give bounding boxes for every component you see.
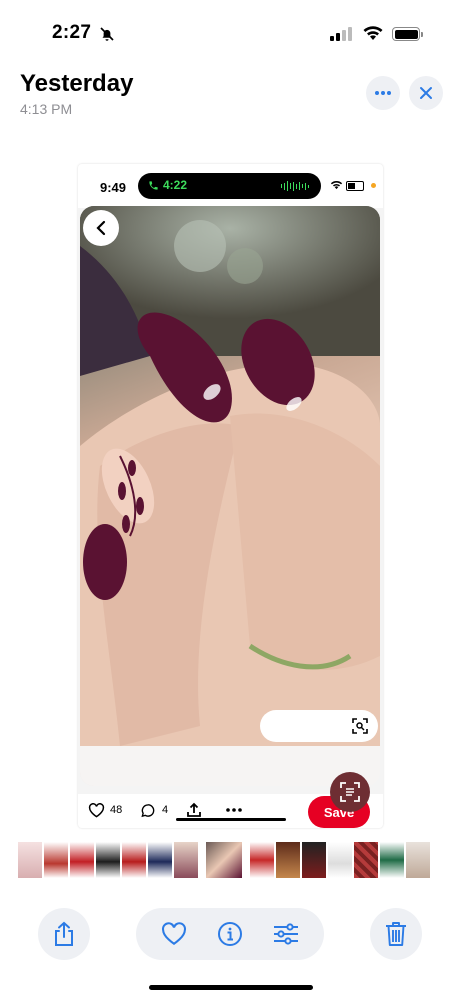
thumbnail[interactable] xyxy=(380,842,404,878)
dynamic-island: 4:22 xyxy=(138,173,321,199)
heart-icon[interactable] xyxy=(88,803,105,818)
share-icon[interactable] xyxy=(186,802,202,818)
call-indicator: 4:22 xyxy=(148,178,187,192)
delete-button[interactable] xyxy=(370,908,422,960)
thumbnail[interactable] xyxy=(148,842,172,878)
thumbnail[interactable] xyxy=(70,842,94,878)
thumbnail[interactable] xyxy=(96,842,120,878)
battery-icon xyxy=(392,27,423,41)
lens-icon xyxy=(340,782,360,802)
thumbnail[interactable] xyxy=(174,842,198,878)
thumbnail[interactable] xyxy=(44,842,68,878)
more-button[interactable] xyxy=(366,76,400,110)
wifi-icon xyxy=(363,26,383,40)
thumbnail-selected[interactable] xyxy=(206,842,242,878)
thumbnail[interactable] xyxy=(122,842,146,878)
audio-wave-icon xyxy=(280,181,309,191)
adjust-icon[interactable] xyxy=(273,923,299,945)
ellipsis-icon xyxy=(375,91,391,95)
thumbnail[interactable] xyxy=(18,842,42,878)
like-count: 48 xyxy=(110,804,123,816)
heart-icon[interactable] xyxy=(161,922,187,946)
thumbnail[interactable] xyxy=(406,842,430,878)
thumbnail[interactable] xyxy=(354,842,378,878)
call-time: 4:22 xyxy=(163,178,188,192)
share-icon xyxy=(55,921,73,946)
inner-status-time: 9:49 xyxy=(100,180,127,195)
trash-icon xyxy=(386,922,406,946)
inner-battery-icon xyxy=(346,181,364,191)
lens-button[interactable] xyxy=(330,772,370,812)
back-chevron-icon xyxy=(96,220,106,236)
inner-status-bar: 9:49 4:22 xyxy=(78,164,383,208)
page-subtitle-time: 4:13 PM xyxy=(20,101,73,117)
privacy-indicator-dot xyxy=(371,183,376,188)
back-button[interactable] xyxy=(83,210,119,246)
nail-art-photo[interactable] xyxy=(80,206,380,786)
close-icon xyxy=(420,87,432,99)
visual-search-bar[interactable] xyxy=(260,710,378,742)
cell-signal-icon xyxy=(330,27,352,41)
screenshot-preview[interactable]: 9:49 4:22 48 4 Save xyxy=(78,164,383,828)
visual-search-icon xyxy=(352,718,368,734)
thumbnail-strip[interactable] xyxy=(18,842,443,878)
inner-wifi-icon xyxy=(330,181,343,190)
page-title: Yesterday xyxy=(20,70,134,97)
close-button[interactable] xyxy=(409,76,443,110)
nail-art-illustration xyxy=(80,206,380,786)
photo-actions-pill xyxy=(136,908,324,960)
thumbnail[interactable] xyxy=(328,842,352,878)
thumbnail[interactable] xyxy=(302,842,326,878)
comment-count: 4 xyxy=(162,804,169,816)
thumbnail[interactable] xyxy=(250,842,274,878)
thumbnail[interactable] xyxy=(276,842,300,878)
phone-icon xyxy=(149,180,158,190)
comment-icon[interactable] xyxy=(140,803,156,818)
status-time: 2:27 xyxy=(52,22,92,43)
inner-home-indicator xyxy=(176,818,286,821)
info-icon[interactable] xyxy=(217,921,243,947)
ellipsis-icon[interactable] xyxy=(226,808,242,812)
bell-slash-icon xyxy=(100,27,114,41)
share-button[interactable] xyxy=(38,908,90,960)
home-indicator xyxy=(149,985,313,990)
